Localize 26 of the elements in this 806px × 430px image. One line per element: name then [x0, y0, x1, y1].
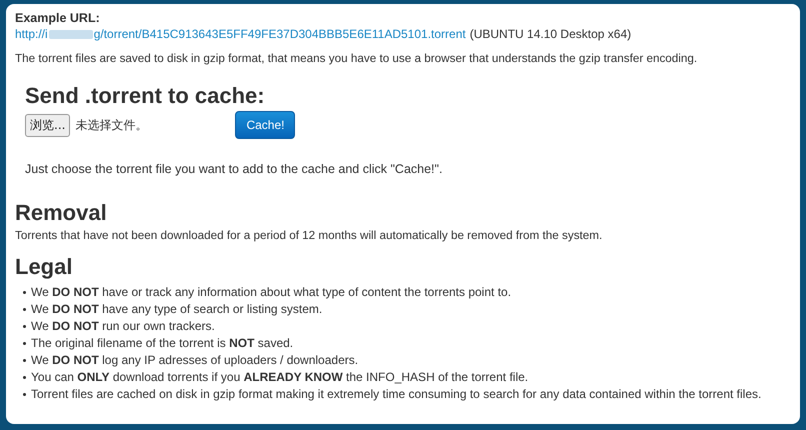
legal-item: You can ONLY download torrents if you ALREADY KNOW the INFO_HASH of the torrent file.: [31, 369, 528, 386]
bullet-icon: [23, 308, 26, 311]
legal-heading: Legal: [15, 254, 74, 280]
legal-item: We DO NOT run our own trackers.: [31, 318, 215, 335]
example-url-note: (UBUNTU 14.10 Desktop x64): [470, 26, 632, 42]
bullet-icon: [23, 325, 26, 328]
intro-text: The torrent files are saved to disk in gzip format, that means you have to use a browser that understands the gzip transfer encoding.: [15, 51, 698, 67]
upload-heading: Send .torrent to cache:: [25, 83, 266, 109]
legal-item: The original filename of the torrent is NOT saved.: [31, 335, 294, 352]
example-url-link[interactable]: http://i g/torrent/B415C913643E5FF49FE37D304BBB5E6E11AD5101.torrent: [15, 26, 466, 42]
legal-item: Torrent files are cached on disk in gzip format making it extremely time consuming to search for any data contained within the torrent files.: [31, 386, 762, 403]
bullet-icon: [23, 393, 26, 396]
bullet-icon: [23, 342, 26, 345]
upload-hint: Just choose the torrent file you want to add to the cache and click "Cache!".: [25, 161, 444, 177]
legal-item: We DO NOT have or track any information about what type of content the torrents point to.: [31, 284, 512, 301]
legal-item: We DO NOT log any IP adresses of uploaders / downloaders.: [31, 352, 358, 369]
example-url-label: Example URL:: [15, 10, 101, 26]
removal-text: Torrents that have not been downloaded for a period of 12 months will automatically be removed from the system.: [15, 228, 604, 244]
legal-item: We DO NOT have any type of search or listing system.: [31, 301, 322, 318]
bullet-icon: [23, 359, 26, 362]
file-status: 未选择文件。: [75, 116, 148, 134]
bullet-icon: [23, 291, 26, 294]
bullet-icon: [23, 376, 26, 379]
cache-button[interactable]: Cache!: [235, 111, 296, 139]
browse-button[interactable]: 浏览...: [25, 114, 70, 136]
removal-heading: Removal: [15, 200, 108, 226]
